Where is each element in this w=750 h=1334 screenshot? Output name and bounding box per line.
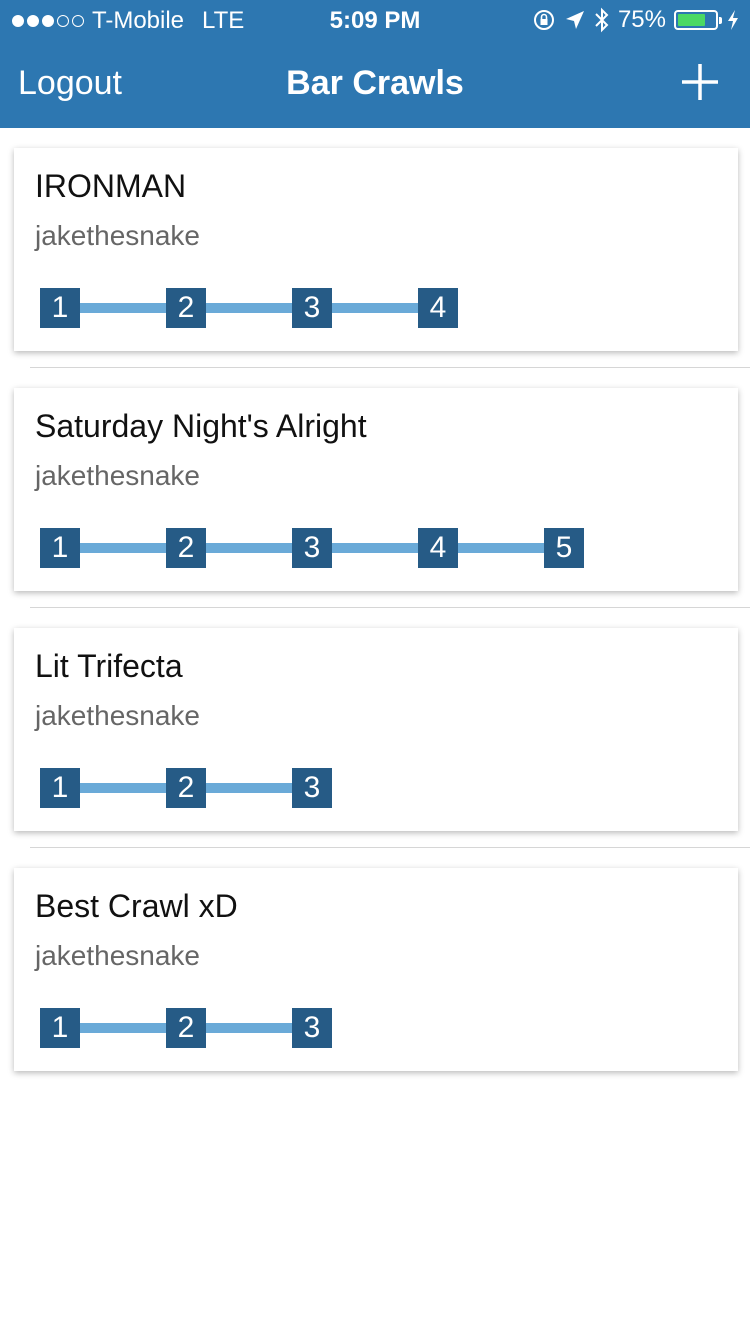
crawl-list-item: IRONMAN jakethesnake 1 2 3 4 — [0, 128, 750, 368]
crawl-card[interactable]: Saturday Night's Alright jakethesnake 1 2 3 4… — [14, 388, 738, 591]
crawl-title: Saturday Night's Alright — [35, 408, 367, 444]
stop-marker[interactable]: 2 — [166, 1008, 206, 1048]
charging-bolt-icon — [728, 10, 738, 30]
status-bar: T-Mobile LTE 5:09 PM 75% — [0, 0, 750, 40]
crawl-title: IRONMAN — [35, 168, 187, 204]
stop-marker[interactable]: 3 — [292, 1008, 332, 1048]
crawl-card[interactable]: Best Crawl xD jakethesnake 1 2 3 — [14, 868, 738, 1071]
stop-connector-line — [60, 303, 438, 313]
stop-marker[interactable]: 1 — [40, 1008, 80, 1048]
status-right: 75% — [532, 6, 740, 34]
navigation-bar: Logout Bar Crawls — [0, 40, 750, 128]
stop-marker[interactable]: 3 — [292, 768, 332, 808]
stop-marker[interactable]: 4 — [418, 288, 458, 328]
stop-marker[interactable]: 1 — [40, 768, 80, 808]
stop-marker[interactable]: 2 — [166, 768, 206, 808]
battery-percent: 75% — [617, 6, 666, 33]
bluetooth-icon — [595, 7, 609, 33]
battery-icon — [674, 10, 722, 30]
stop-marker[interactable]: 4 — [418, 528, 458, 568]
plus-icon[interactable] — [678, 60, 722, 104]
crawl-list: IRONMAN jakethesnake 1 2 3 4 Saturday Night's … — [0, 128, 750, 1088]
stop-marker[interactable]: 2 — [166, 528, 206, 568]
stop-marker[interactable]: 3 — [292, 288, 332, 328]
crawl-list-item: Lit Trifecta jakethesnake 1 2 3 — [0, 608, 750, 848]
page-title: Bar Crawls — [286, 64, 464, 102]
rotation-lock-icon — [533, 10, 554, 30]
stop-marker[interactable]: 1 — [40, 528, 80, 568]
app-header: T-Mobile LTE 5:09 PM 75% Logout Bar Craw… — [0, 0, 750, 128]
stop-marker[interactable]: 1 — [40, 288, 80, 328]
crawl-author: jakethesnake — [35, 460, 201, 491]
crawl-title: Lit Trifecta — [35, 648, 183, 684]
crawl-card[interactable]: Lit Trifecta jakethesnake 1 2 3 — [14, 628, 738, 831]
crawl-list-item: Saturday Night's Alright jakethesnake 1 2 3 4… — [0, 368, 750, 608]
crawl-author: jakethesnake — [35, 940, 201, 971]
stop-marker[interactable]: 3 — [292, 528, 332, 568]
crawl-author: jakethesnake — [35, 700, 201, 731]
location-arrow-icon — [565, 11, 584, 29]
crawl-card[interactable]: IRONMAN jakethesnake 1 2 3 4 — [14, 148, 738, 351]
battery-fill — [678, 14, 705, 26]
crawl-title: Best Crawl xD — [35, 888, 238, 924]
crawl-author: jakethesnake — [35, 220, 201, 251]
stop-marker[interactable]: 2 — [166, 288, 206, 328]
crawl-list-item: Best Crawl xD jakethesnake 1 2 3 — [0, 848, 750, 1088]
stop-marker[interactable]: 5 — [544, 528, 584, 568]
